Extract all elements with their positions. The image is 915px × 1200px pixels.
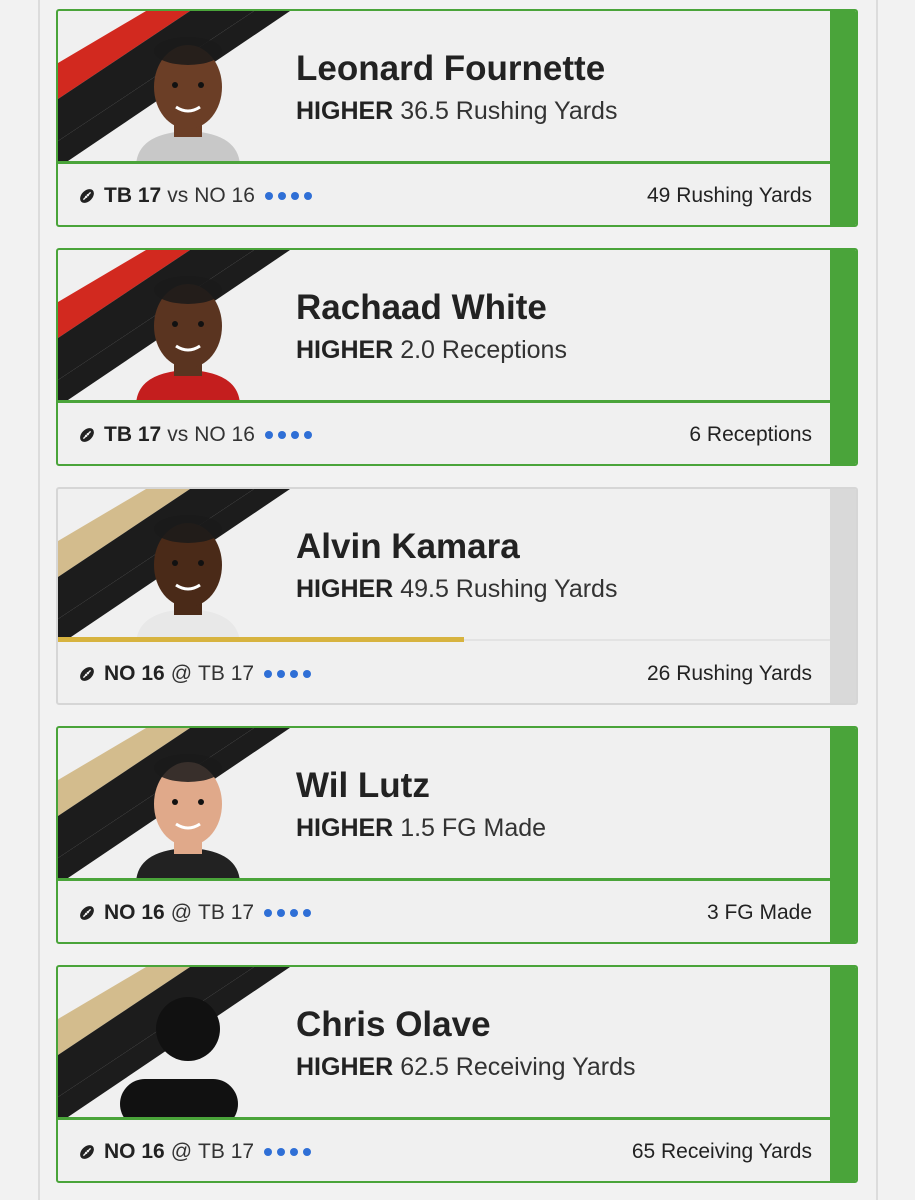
pick-direction: HIGHER — [296, 336, 394, 364]
football-icon — [80, 906, 94, 920]
stat-result: 26 Rushing Yards — [647, 662, 812, 685]
matchup-connector: @ — [170, 901, 193, 924]
opponent-score: TB 17 — [198, 662, 255, 685]
pick-line: HIGHER 1.5 FG Made — [296, 814, 546, 843]
card-footer: TB 17 vs NO 16 49 Rushing Yards — [58, 164, 832, 225]
game-status-dots-icon — [264, 431, 312, 439]
status-bar — [830, 728, 856, 942]
team-score: TB 17 — [104, 423, 162, 446]
game-status-dots-icon — [264, 909, 312, 917]
card-header: Rachaad White HIGHER 2.0 Receptions — [58, 250, 832, 400]
pick-stat-line: 1.5 FG Made — [400, 814, 547, 842]
game-score: NO 16 @ TB 17 — [78, 1140, 312, 1164]
placeholder-avatar-icon — [120, 997, 238, 1117]
game-score: TB 17 vs NO 16 — [78, 423, 312, 447]
stat-result: 3 FG Made — [706, 901, 812, 924]
pick-card[interactable]: Rachaad White HIGHER 2.0 Receptions TB 1… — [56, 248, 858, 466]
football-icon — [80, 667, 94, 681]
pick-stat-line: 36.5 Rushing Yards — [400, 97, 618, 125]
player-name: Alvin Kamara — [296, 527, 520, 566]
player-avatar — [136, 37, 240, 161]
card-footer: TB 17 vs NO 16 6 Receptions — [58, 403, 832, 464]
card-header: Chris Olave HIGHER 62.5 Receiving Yards — [58, 967, 832, 1117]
player-name: Leonard Fournette — [296, 49, 606, 88]
pick-stat-line: 2.0 Receptions — [400, 336, 567, 364]
player-avatar — [136, 515, 240, 639]
pick-direction: HIGHER — [296, 575, 394, 603]
stat-result: 6 Receptions — [689, 423, 812, 446]
stat-result: 65 Receiving Yards — [631, 1140, 812, 1163]
game-score: NO 16 @ TB 17 — [78, 901, 312, 925]
right-rail — [876, 0, 878, 1200]
status-bar — [830, 11, 856, 225]
left-rail — [38, 0, 40, 1200]
game-status-dots-icon — [264, 1148, 312, 1156]
pick-direction: HIGHER — [296, 814, 394, 842]
team-score: TB 17 — [104, 184, 162, 207]
card-header: Wil Lutz HIGHER 1.5 FG Made — [58, 728, 832, 878]
card-header: Leonard Fournette HIGHER 36.5 Rushing Ya… — [58, 11, 832, 161]
pick-line: HIGHER 62.5 Receiving Yards — [296, 1053, 636, 1082]
team-score: NO 16 — [104, 662, 165, 685]
status-bar — [830, 250, 856, 464]
pick-card[interactable]: Chris Olave HIGHER 62.5 Receiving Yards … — [56, 965, 858, 1183]
football-icon — [80, 428, 94, 442]
matchup-connector: vs — [167, 184, 189, 207]
pick-card[interactable]: Leonard Fournette HIGHER 36.5 Rushing Ya… — [56, 9, 858, 227]
player-name: Chris Olave — [296, 1005, 491, 1044]
game-score: TB 17 vs NO 16 — [78, 184, 312, 208]
opponent-score: NO 16 — [194, 423, 255, 446]
pick-direction: HIGHER — [296, 1053, 394, 1081]
football-icon — [80, 1145, 94, 1159]
pick-card[interactable]: Wil Lutz HIGHER 1.5 FG Made NO 16 @ TB 1… — [56, 726, 858, 944]
team-score: NO 16 — [104, 901, 165, 924]
matchup-connector: vs — [167, 423, 189, 446]
opponent-score: TB 17 — [198, 901, 255, 924]
stat-result: 49 Rushing Yards — [647, 184, 812, 207]
opponent-score: TB 17 — [198, 1140, 255, 1163]
pick-direction: HIGHER — [296, 97, 394, 125]
matchup-connector: @ — [170, 1140, 193, 1163]
player-name: Rachaad White — [296, 288, 547, 327]
pick-line: HIGHER 2.0 Receptions — [296, 336, 567, 365]
player-avatar — [136, 754, 240, 878]
card-footer: NO 16 @ TB 17 65 Receiving Yards — [58, 1120, 832, 1181]
matchup-connector: @ — [170, 662, 193, 685]
player-avatar — [136, 276, 240, 400]
pick-line: HIGHER 36.5 Rushing Yards — [296, 97, 617, 126]
card-header: Alvin Kamara HIGHER 49.5 Rushing Yards — [58, 489, 832, 639]
game-score: NO 16 @ TB 17 — [78, 662, 312, 686]
opponent-score: NO 16 — [194, 184, 255, 207]
football-icon — [80, 189, 94, 203]
pick-stat-line: 49.5 Rushing Yards — [400, 575, 618, 603]
progress-bar — [58, 637, 464, 642]
card-footer: NO 16 @ TB 17 26 Rushing Yards — [58, 642, 832, 703]
team-score: NO 16 — [104, 1140, 165, 1163]
status-bar — [830, 967, 856, 1181]
game-status-dots-icon — [264, 192, 312, 200]
card-footer: NO 16 @ TB 17 3 FG Made — [58, 881, 832, 942]
pick-stat-line: 62.5 Receiving Yards — [400, 1053, 636, 1081]
game-status-dots-icon — [264, 670, 312, 678]
pick-line: HIGHER 49.5 Rushing Yards — [296, 575, 617, 604]
status-bar — [830, 489, 856, 703]
player-name: Wil Lutz — [296, 766, 430, 805]
pick-card[interactable]: Alvin Kamara HIGHER 49.5 Rushing Yards N… — [56, 487, 858, 705]
